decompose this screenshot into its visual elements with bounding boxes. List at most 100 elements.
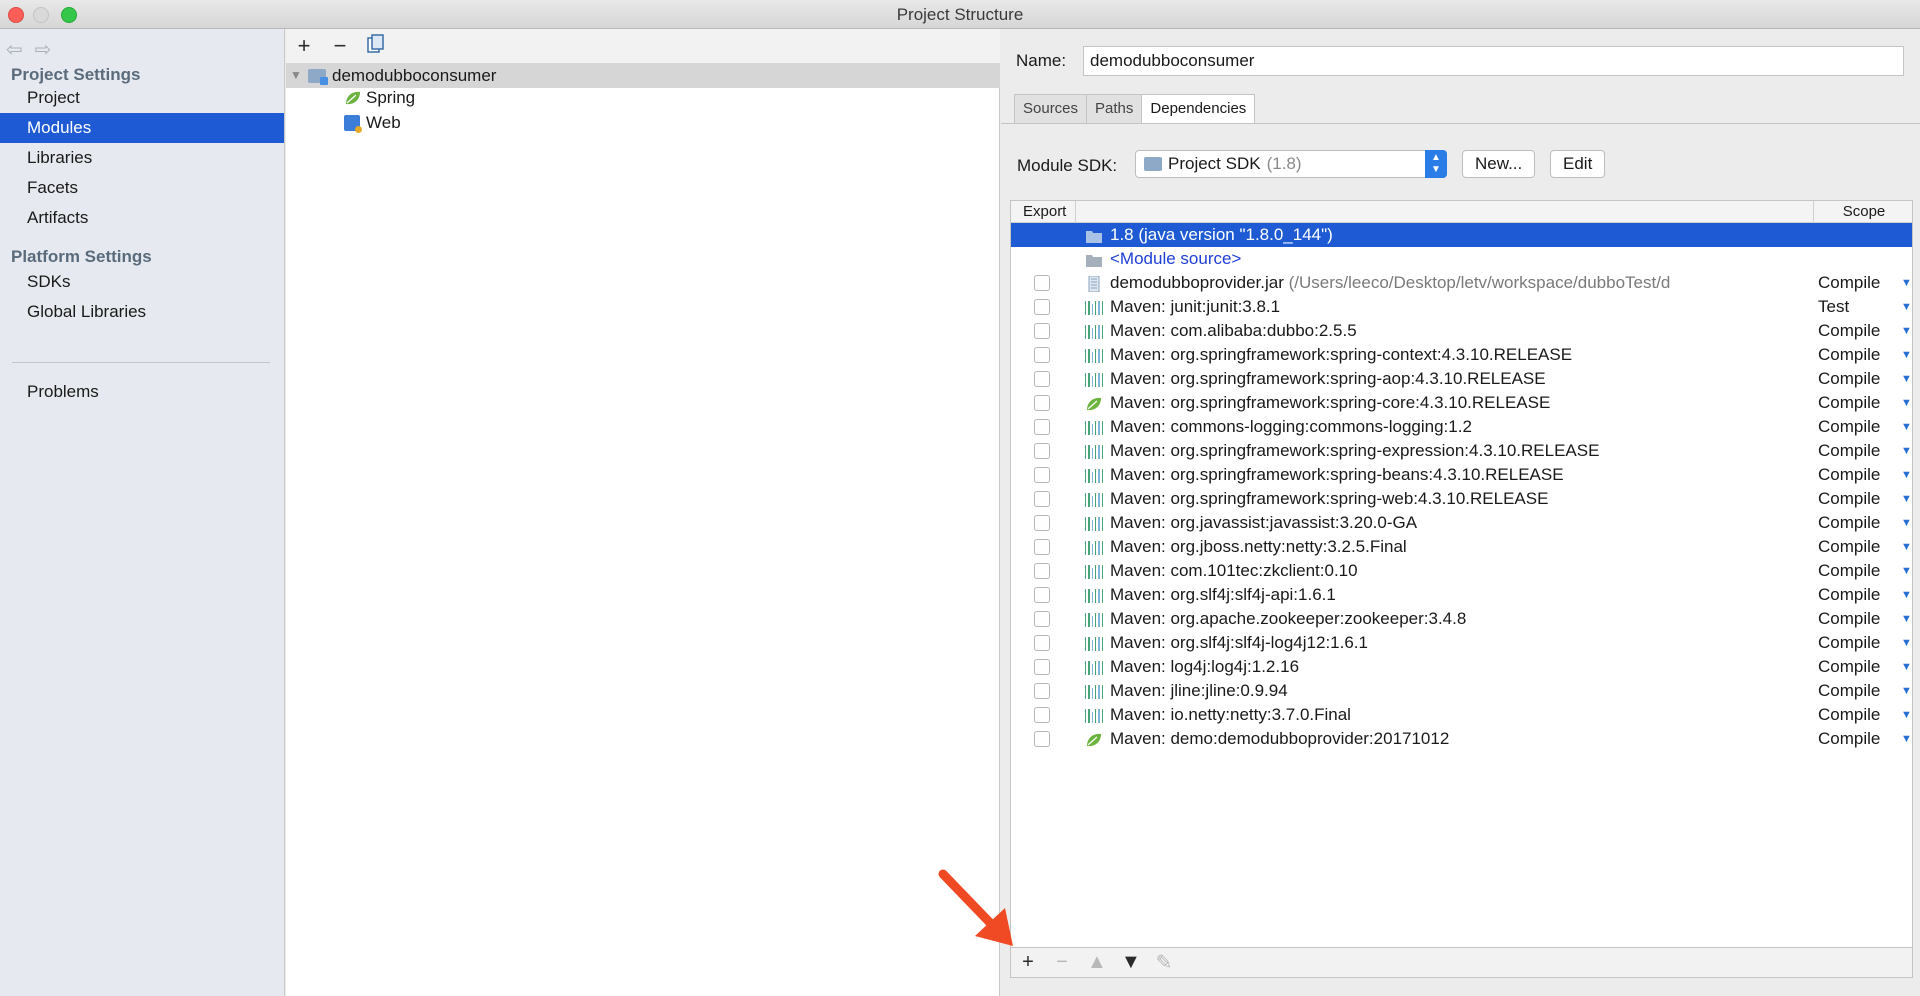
- scope-value[interactable]: Compile: [1818, 655, 1880, 679]
- sidebar-item-libraries[interactable]: Libraries: [0, 143, 284, 173]
- table-row[interactable]: Maven: demo:demodubboprovider:20171012 Co…: [1011, 727, 1912, 751]
- scope-value[interactable]: Compile: [1818, 391, 1880, 415]
- scope-dropdown-icon[interactable]: ▼: [1901, 343, 1912, 367]
- scope-value[interactable]: Test: [1818, 295, 1849, 319]
- scope-dropdown-icon[interactable]: ▼: [1901, 319, 1912, 343]
- export-checkbox[interactable]: [1034, 299, 1050, 315]
- tree-item-spring[interactable]: Spring: [344, 85, 415, 110]
- export-checkbox[interactable]: [1034, 371, 1050, 387]
- table-row[interactable]: Maven: com.101tec:zkclient:0.10 Compile ▼: [1011, 559, 1912, 583]
- scope-dropdown-icon[interactable]: ▼: [1901, 679, 1912, 703]
- scope-dropdown-icon[interactable]: ▼: [1901, 271, 1912, 295]
- scope-dropdown-icon[interactable]: ▼: [1901, 583, 1912, 607]
- export-checkbox[interactable]: [1034, 707, 1050, 723]
- scope-value[interactable]: Compile: [1818, 319, 1880, 343]
- scope-value[interactable]: Compile: [1818, 679, 1880, 703]
- export-checkbox[interactable]: [1034, 347, 1050, 363]
- scope-value[interactable]: Compile: [1818, 415, 1880, 439]
- export-checkbox[interactable]: [1034, 563, 1050, 579]
- add-dependency-button[interactable]: +: [1019, 951, 1037, 974]
- scope-value[interactable]: Compile: [1818, 487, 1880, 511]
- move-down-icon[interactable]: ▼: [1121, 951, 1141, 974]
- export-checkbox[interactable]: [1034, 539, 1050, 555]
- tree-item-web[interactable]: Web: [344, 110, 401, 135]
- table-row[interactable]: Maven: org.jboss.netty:netty:3.2.5.Final…: [1011, 535, 1912, 559]
- column-export[interactable]: Export: [1011, 201, 1076, 223]
- export-checkbox[interactable]: [1034, 395, 1050, 411]
- export-checkbox[interactable]: [1034, 419, 1050, 435]
- column-name[interactable]: [1076, 201, 1814, 223]
- scope-dropdown-icon[interactable]: ▼: [1901, 487, 1912, 511]
- export-checkbox[interactable]: [1034, 443, 1050, 459]
- scope-dropdown-icon[interactable]: ▼: [1901, 511, 1912, 535]
- move-up-icon[interactable]: ▲: [1087, 951, 1107, 974]
- expand-triangle-icon[interactable]: ▼: [290, 63, 308, 88]
- sidebar-item-sdks[interactable]: SDKs: [0, 267, 284, 297]
- scope-value[interactable]: Compile: [1818, 439, 1880, 463]
- scope-dropdown-icon[interactable]: ▼: [1901, 415, 1912, 439]
- table-row[interactable]: Maven: org.springframework:spring-web:4.…: [1011, 487, 1912, 511]
- table-row[interactable]: <Module source>: [1011, 247, 1912, 271]
- scope-dropdown-icon[interactable]: ▼: [1901, 463, 1912, 487]
- scope-dropdown-icon[interactable]: ▼: [1901, 559, 1912, 583]
- scope-value[interactable]: Compile: [1818, 583, 1880, 607]
- export-checkbox[interactable]: [1034, 275, 1050, 291]
- scope-value[interactable]: Compile: [1818, 463, 1880, 487]
- sidebar-item-facets[interactable]: Facets: [0, 173, 284, 203]
- scope-value[interactable]: Compile: [1818, 343, 1880, 367]
- table-row[interactable]: Maven: org.apache.zookeeper:zookeeper:3.…: [1011, 607, 1912, 631]
- table-row[interactable]: Maven: org.springframework:spring-expres…: [1011, 439, 1912, 463]
- back-arrow-icon[interactable]: ⇦: [6, 37, 23, 62]
- table-row[interactable]: Maven: org.springframework:spring-contex…: [1011, 343, 1912, 367]
- export-checkbox[interactable]: [1034, 635, 1050, 651]
- export-checkbox[interactable]: [1034, 611, 1050, 627]
- scope-value[interactable]: Compile: [1818, 559, 1880, 583]
- new-sdk-button[interactable]: New...: [1462, 150, 1536, 178]
- tab-paths[interactable]: Paths: [1086, 94, 1142, 124]
- add-module-button[interactable]: +: [294, 35, 314, 57]
- scope-value[interactable]: Compile: [1818, 631, 1880, 655]
- remove-module-button[interactable]: −: [330, 35, 350, 57]
- scope-value[interactable]: Compile: [1818, 535, 1880, 559]
- edit-pencil-icon[interactable]: ✎: [1155, 950, 1173, 975]
- forward-arrow-icon[interactable]: ⇨: [35, 37, 52, 62]
- table-row[interactable]: Maven: org.slf4j:slf4j-log4j12:1.6.1 Comp…: [1011, 631, 1912, 655]
- scope-value[interactable]: Compile: [1818, 727, 1880, 751]
- sidebar-item-artifacts[interactable]: Artifacts: [0, 203, 284, 233]
- table-row[interactable]: Maven: org.slf4j:slf4j-api:1.6.1 Compile ▼: [1011, 583, 1912, 607]
- scope-dropdown-icon[interactable]: ▼: [1901, 703, 1912, 727]
- copy-icon[interactable]: [366, 34, 386, 58]
- scope-dropdown-icon[interactable]: ▼: [1901, 391, 1912, 415]
- export-checkbox[interactable]: [1034, 515, 1050, 531]
- scope-value[interactable]: Compile: [1818, 511, 1880, 535]
- edit-sdk-button[interactable]: Edit: [1550, 150, 1606, 178]
- scope-value[interactable]: Compile: [1818, 607, 1880, 631]
- table-row[interactable]: Maven: org.springframework:spring-aop:4.…: [1011, 367, 1912, 391]
- table-row[interactable]: Maven: commons-logging:commons-logging:1…: [1011, 415, 1912, 439]
- table-row[interactable]: Maven: junit:junit:3.8.1 Test ▼: [1011, 295, 1912, 319]
- scope-dropdown-icon[interactable]: ▼: [1901, 439, 1912, 463]
- scope-dropdown-icon[interactable]: ▼: [1901, 607, 1912, 631]
- export-checkbox[interactable]: [1034, 323, 1050, 339]
- scope-dropdown-icon[interactable]: ▼: [1901, 535, 1912, 559]
- module-sdk-select[interactable]: Project SDK (1.8) ▲ ▼: [1135, 150, 1447, 178]
- column-scope[interactable]: Scope: [1814, 201, 1912, 223]
- table-row[interactable]: Maven: com.alibaba:dubbo:2.5.5 Compile ▼: [1011, 319, 1912, 343]
- table-row[interactable]: Maven: org.springframework:spring-beans:…: [1011, 463, 1912, 487]
- export-checkbox[interactable]: [1034, 731, 1050, 747]
- export-checkbox[interactable]: [1034, 467, 1050, 483]
- scope-dropdown-icon[interactable]: ▼: [1901, 655, 1912, 679]
- scope-dropdown-icon[interactable]: ▼: [1901, 367, 1912, 391]
- tab-dependencies[interactable]: Dependencies: [1141, 94, 1256, 124]
- table-row[interactable]: Maven: log4j:log4j:1.2.16 Compile ▼: [1011, 655, 1912, 679]
- export-checkbox[interactable]: [1034, 659, 1050, 675]
- table-row[interactable]: Maven: jline:jline:0.9.94 Compile ▼: [1011, 679, 1912, 703]
- tab-sources[interactable]: Sources: [1014, 94, 1087, 124]
- sidebar-item-problems[interactable]: Problems: [0, 377, 284, 407]
- export-checkbox[interactable]: [1034, 683, 1050, 699]
- table-row[interactable]: Maven: org.javassist:javassist:3.20.0-GA…: [1011, 511, 1912, 535]
- table-row[interactable]: 1.8 (java version "1.8.0_144"): [1011, 223, 1912, 247]
- sidebar-item-global-libraries[interactable]: Global Libraries: [0, 297, 284, 327]
- scope-value[interactable]: Compile: [1818, 271, 1880, 295]
- table-row[interactable]: Maven: io.netty:netty:3.7.0.Final Compile…: [1011, 703, 1912, 727]
